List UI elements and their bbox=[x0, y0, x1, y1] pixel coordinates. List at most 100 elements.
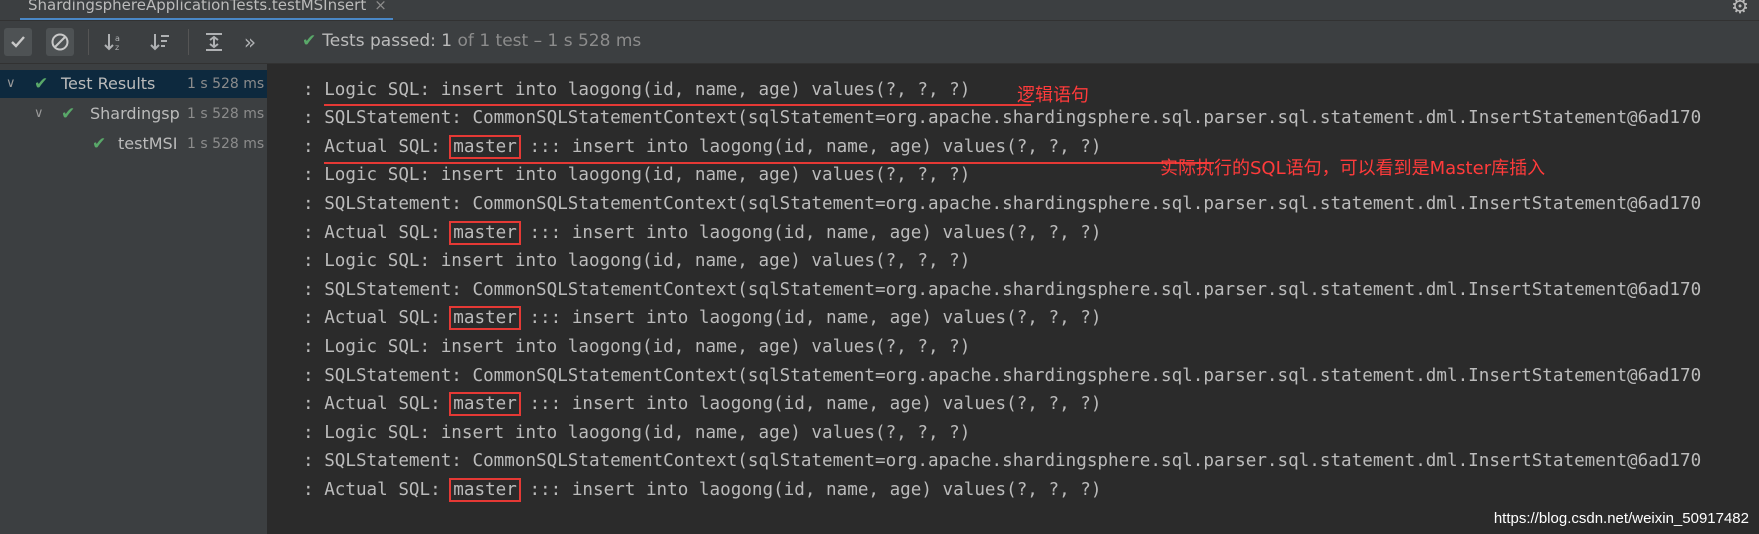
check-icon bbox=[11, 36, 25, 48]
tree-item-test-results[interactable]: ∨ ✔ Test Results 1 s 528 ms bbox=[0, 70, 267, 98]
toolbar-separator bbox=[188, 29, 189, 55]
svg-text:a: a bbox=[115, 34, 120, 43]
log-line-actual: : Actual SQL: master ::: insert into lao… bbox=[303, 221, 1101, 245]
status-label: Tests passed: bbox=[322, 31, 436, 51]
log-prefix: : bbox=[303, 194, 325, 214]
annotation-underline bbox=[324, 104, 1031, 106]
status-count: 1 bbox=[441, 31, 453, 51]
log-text: Actual SQL: bbox=[324, 137, 452, 157]
sort-alphabetically-button[interactable]: az bbox=[100, 28, 128, 56]
ignored-icon bbox=[51, 33, 69, 51]
chevron-down-icon[interactable]: ∨ bbox=[34, 100, 44, 128]
log-text: Actual SQL: bbox=[324, 308, 452, 328]
expand-all-icon bbox=[206, 33, 222, 51]
datasource-highlight: master bbox=[449, 392, 521, 416]
passed-check-icon: ✔ bbox=[302, 31, 317, 51]
show-ignored-button[interactable] bbox=[46, 28, 74, 56]
log-prefix: : bbox=[303, 451, 325, 471]
log-line-actual: : Actual SQL: master ::: insert into lao… bbox=[303, 392, 1101, 416]
log-line-logic: : Logic SQL: insert into laogong(id, nam… bbox=[303, 78, 970, 102]
log-line-statement: : SQLStatement: CommonSQLStatementContex… bbox=[303, 364, 1701, 388]
log-prefix: : bbox=[303, 480, 325, 500]
log-text: Logic SQL: insert into laogong(id, name,… bbox=[324, 80, 971, 100]
console-output[interactable]: : Logic SQL: insert into laogong(id, nam… bbox=[268, 64, 1759, 534]
log-text: Logic SQL: insert into laogong(id, name,… bbox=[324, 251, 971, 271]
svg-text:z: z bbox=[115, 43, 119, 52]
log-prefix: : bbox=[303, 308, 325, 328]
log-text: ::: insert into laogong(id, name, age) v… bbox=[518, 394, 1102, 414]
log-line-statement: : SQLStatement: CommonSQLStatementContex… bbox=[303, 449, 1701, 473]
log-text: Logic SQL: insert into laogong(id, name,… bbox=[324, 165, 971, 185]
test-toolbar: az » ✔ Tests passed: 1 of 1 test – 1 s 52… bbox=[0, 21, 1759, 64]
log-text: SQLStatement: CommonSQLStatementContext(… bbox=[324, 194, 1702, 214]
log-prefix: : bbox=[303, 251, 325, 271]
log-text: SQLStatement: CommonSQLStatementContext(… bbox=[324, 451, 1702, 471]
log-line-actual: : Actual SQL: master ::: insert into lao… bbox=[303, 478, 1101, 502]
log-prefix: : bbox=[303, 394, 325, 414]
datasource-highlight: master bbox=[449, 306, 521, 330]
expand-all-button[interactable] bbox=[200, 28, 228, 56]
watermark: https://blog.csdn.net/weixin_50917482 bbox=[1493, 510, 1749, 527]
run-tab-strip: ShardingsphereApplicationTests.testMSIns… bbox=[0, 0, 1759, 21]
log-text: Actual SQL: bbox=[324, 480, 452, 500]
tree-item-time: 1 s 528 ms bbox=[187, 106, 265, 122]
log-text: ::: insert into laogong(id, name, age) v… bbox=[518, 308, 1102, 328]
passed-icon: ✔ bbox=[92, 134, 107, 154]
log-text: SQLStatement: CommonSQLStatementContext(… bbox=[324, 280, 1702, 300]
sort-alpha-icon: az bbox=[104, 34, 120, 52]
log-prefix: : bbox=[303, 108, 325, 128]
log-text: ::: insert into laogong(id, name, age) v… bbox=[518, 223, 1102, 243]
log-text: Logic SQL: insert into laogong(id, name,… bbox=[324, 423, 971, 443]
datasource-highlight: master bbox=[449, 135, 521, 159]
log-line-logic: : Logic SQL: insert into laogong(id, nam… bbox=[303, 249, 970, 273]
chevron-down-icon[interactable]: ∨ bbox=[6, 70, 16, 98]
gear-icon[interactable]: ⚙ bbox=[1731, 0, 1749, 18]
log-line-statement: : SQLStatement: CommonSQLStatementContex… bbox=[303, 106, 1701, 130]
tree-item-test-method[interactable]: ✔ testMSI 1 s 528 ms bbox=[0, 130, 267, 158]
close-icon[interactable]: × bbox=[374, 0, 387, 14]
log-prefix: : bbox=[303, 223, 325, 243]
log-prefix: : bbox=[303, 80, 325, 100]
tree-item-label: Shardingsp bbox=[90, 104, 180, 123]
test-status: ✔ Tests passed: 1 of 1 test – 1 s 528 ms bbox=[302, 31, 641, 51]
log-text: ::: insert into laogong(id, name, age) v… bbox=[518, 137, 1102, 157]
more-actions-button[interactable]: » bbox=[240, 28, 260, 56]
log-text: Logic SQL: insert into laogong(id, name,… bbox=[324, 337, 971, 357]
log-prefix: : bbox=[303, 423, 325, 443]
log-line-statement: : SQLStatement: CommonSQLStatementContex… bbox=[303, 192, 1701, 216]
log-line-actual: : Actual SQL: master ::: insert into lao… bbox=[303, 306, 1101, 330]
log-prefix: : bbox=[303, 165, 325, 185]
log-text: SQLStatement: CommonSQLStatementContext(… bbox=[324, 366, 1702, 386]
log-prefix: : bbox=[303, 137, 325, 157]
sort-duration-icon bbox=[150, 34, 169, 51]
test-tree: ∨ ✔ Test Results 1 s 528 ms ∨ ✔ Sharding… bbox=[0, 64, 268, 534]
tree-item-test-class[interactable]: ∨ ✔ Shardingsp 1 s 528 ms bbox=[0, 100, 267, 128]
passed-icon: ✔ bbox=[61, 104, 76, 124]
log-text: SQLStatement: CommonSQLStatementContext(… bbox=[324, 108, 1702, 128]
datasource-highlight: master bbox=[449, 478, 521, 502]
tree-item-time: 1 s 528 ms bbox=[187, 76, 265, 92]
log-line-logic: : Logic SQL: insert into laogong(id, nam… bbox=[303, 421, 970, 445]
annotation-actual-note: 实际执行的SQL语句，可以看到是Master库插入 bbox=[1160, 158, 1546, 179]
sort-by-duration-button[interactable] bbox=[146, 28, 174, 56]
log-line-actual: : Actual SQL: master ::: insert into lao… bbox=[303, 135, 1101, 159]
run-tab-title: ShardingsphereApplicationTests.testMSIns… bbox=[28, 0, 367, 14]
toolbar-separator bbox=[88, 29, 89, 55]
annotation-logic-note: 逻辑语句 bbox=[1017, 85, 1089, 106]
run-tab[interactable]: ShardingsphereApplicationTests.testMSIns… bbox=[20, 0, 393, 20]
status-detail: of 1 test – 1 s 528 ms bbox=[457, 31, 642, 51]
datasource-highlight: master bbox=[449, 221, 521, 245]
tree-item-label: testMSI bbox=[118, 134, 178, 153]
tree-item-time: 1 s 528 ms bbox=[187, 136, 265, 152]
log-text: Actual SQL: bbox=[324, 223, 452, 243]
log-text: Actual SQL: bbox=[324, 394, 452, 414]
log-line-statement: : SQLStatement: CommonSQLStatementContex… bbox=[303, 278, 1701, 302]
log-prefix: : bbox=[303, 280, 325, 300]
annotation-underline bbox=[324, 162, 1214, 164]
tree-item-label: Test Results bbox=[61, 74, 156, 93]
log-text: ::: insert into laogong(id, name, age) v… bbox=[518, 480, 1102, 500]
log-prefix: : bbox=[303, 366, 325, 386]
passed-icon: ✔ bbox=[34, 74, 49, 94]
log-line-logic: : Logic SQL: insert into laogong(id, nam… bbox=[303, 335, 970, 359]
show-passed-button[interactable] bbox=[4, 28, 32, 56]
